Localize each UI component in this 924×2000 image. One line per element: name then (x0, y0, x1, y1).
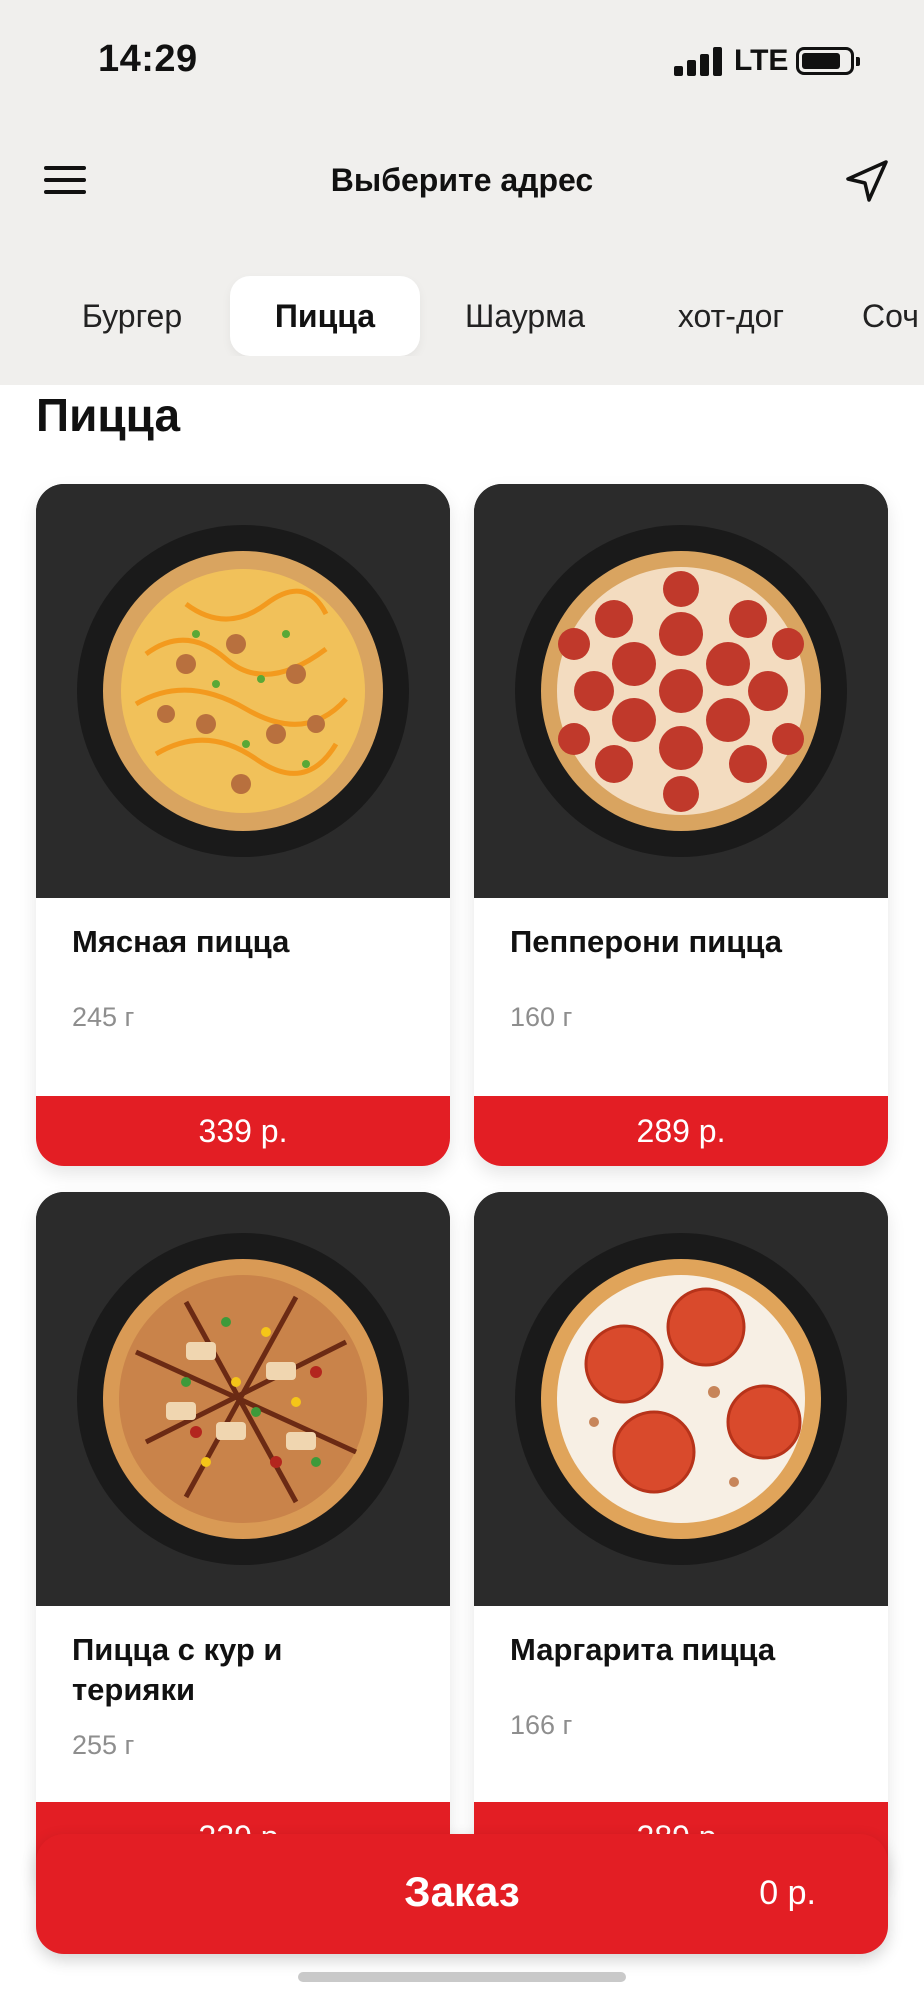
category-tabs: Бургер Пицца Шаурма хот-дог Соч (0, 270, 924, 356)
product-weight: 255 г (72, 1730, 135, 1760)
product-name: Мясная пицца (72, 924, 290, 959)
product-weight: 166 г (510, 1710, 573, 1740)
product-name: Пицца с кур и терияки (72, 1632, 283, 1707)
product-card[interactable]: Мясная пицца 245 г 339 р. (36, 484, 450, 1166)
status-time: 14:29 (98, 38, 198, 80)
product-card[interactable]: Пепперони пицца 160 г 289 р. (474, 484, 888, 1166)
app-header: Выберите адрес (0, 140, 924, 220)
status-bar: 14:29 LTE (0, 0, 924, 120)
signal-icon (674, 46, 724, 76)
price-button[interactable]: 339 р. (36, 1096, 450, 1166)
product-weight: 160 г (510, 1002, 573, 1032)
tab-more[interactable]: Соч (862, 276, 924, 356)
address-selector[interactable]: Выберите адрес (0, 162, 924, 199)
tab-pizza[interactable]: Пицца (230, 276, 420, 356)
margherita-pizza-image (474, 1192, 888, 1606)
product-card[interactable]: Пицца с кур и терияки 255 г 339 р. (36, 1192, 450, 1892)
section-title: Пицца (36, 389, 181, 441)
order-button[interactable]: Заказ 0 р. (36, 1834, 888, 1954)
battery-icon (796, 47, 860, 75)
chicken-teriyaki-pizza-image (36, 1192, 450, 1606)
network-label: LTE (734, 44, 789, 77)
tab-shawarma[interactable]: Шаурма (440, 276, 610, 356)
tab-hotdog[interactable]: хот-дог (646, 276, 816, 356)
product-name: Маргарита пицца (510, 1632, 776, 1667)
home-indicator (298, 1972, 626, 1982)
navigation-arrow-icon[interactable] (838, 154, 894, 210)
price-button[interactable]: 289 р. (474, 1096, 888, 1166)
product-name: Пепперони пицца (510, 924, 782, 959)
meat-pizza-image (36, 484, 450, 898)
product-weight: 245 г (72, 1002, 135, 1032)
tab-burger[interactable]: Бургер (52, 276, 212, 356)
pepperoni-pizza-image (474, 484, 888, 898)
product-card[interactable]: Маргарита пицца 166 г 289 р. (474, 1192, 888, 1892)
order-total: 0 р. (759, 1874, 816, 1912)
